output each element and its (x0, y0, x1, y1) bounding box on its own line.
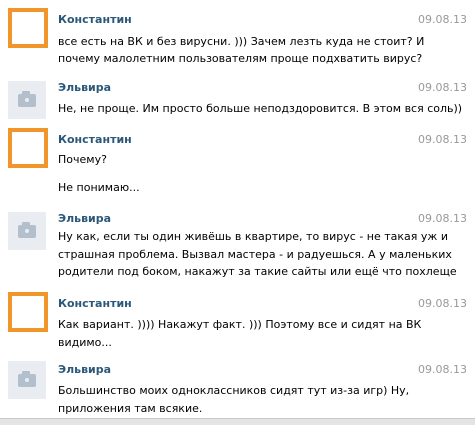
message-text: страшная проблема. Вызвал мастера - и ра… (58, 248, 452, 261)
message-author[interactable]: Эльвира (58, 81, 111, 95)
message-date: 09.08.13 (418, 363, 467, 376)
message-text: все есть на ВК и без вирусни. ))) Зачем … (58, 35, 425, 48)
message-text: приложения там всякие. (58, 402, 203, 415)
message-author[interactable]: Эльвира (58, 363, 111, 377)
avatar[interactable] (8, 361, 46, 399)
camera-icon-lens (23, 96, 31, 104)
message-text: Не понимаю... (58, 181, 140, 194)
message-text: Как вариант. )))) Накажут факт. ))) Поэт… (58, 318, 422, 331)
message-date: 09.08.13 (418, 212, 467, 225)
message-author[interactable]: Константин (58, 133, 132, 147)
message-text: Ну как, если ты один живёшь в квартире, … (58, 230, 448, 243)
message-author[interactable]: Константин (58, 13, 132, 27)
message-text: родители под боком, накажут за такие сай… (58, 265, 457, 278)
message-author[interactable]: Константин (58, 297, 132, 311)
message-text: Почему? (58, 153, 107, 166)
message-text: Не, не проще. Им просто больше неподздор… (58, 102, 463, 115)
avatar[interactable] (8, 128, 48, 168)
avatar[interactable] (8, 292, 48, 332)
avatar[interactable] (8, 81, 46, 119)
message-text: Большинство моих одноклассников сидят ту… (58, 384, 410, 397)
message-text: почему малолетним пользователям проще по… (58, 52, 423, 65)
message-text: видимо... (58, 336, 112, 349)
message-date: 09.08.13 (418, 81, 467, 94)
message-date: 09.08.13 (418, 133, 467, 146)
avatar[interactable] (8, 212, 46, 250)
camera-icon-lens (23, 227, 31, 235)
message-author[interactable]: Эльвира (58, 212, 111, 226)
camera-icon-lens (23, 376, 31, 384)
message-date: 09.08.13 (418, 13, 467, 26)
message-date: 09.08.13 (418, 297, 467, 310)
avatar[interactable] (8, 8, 48, 48)
